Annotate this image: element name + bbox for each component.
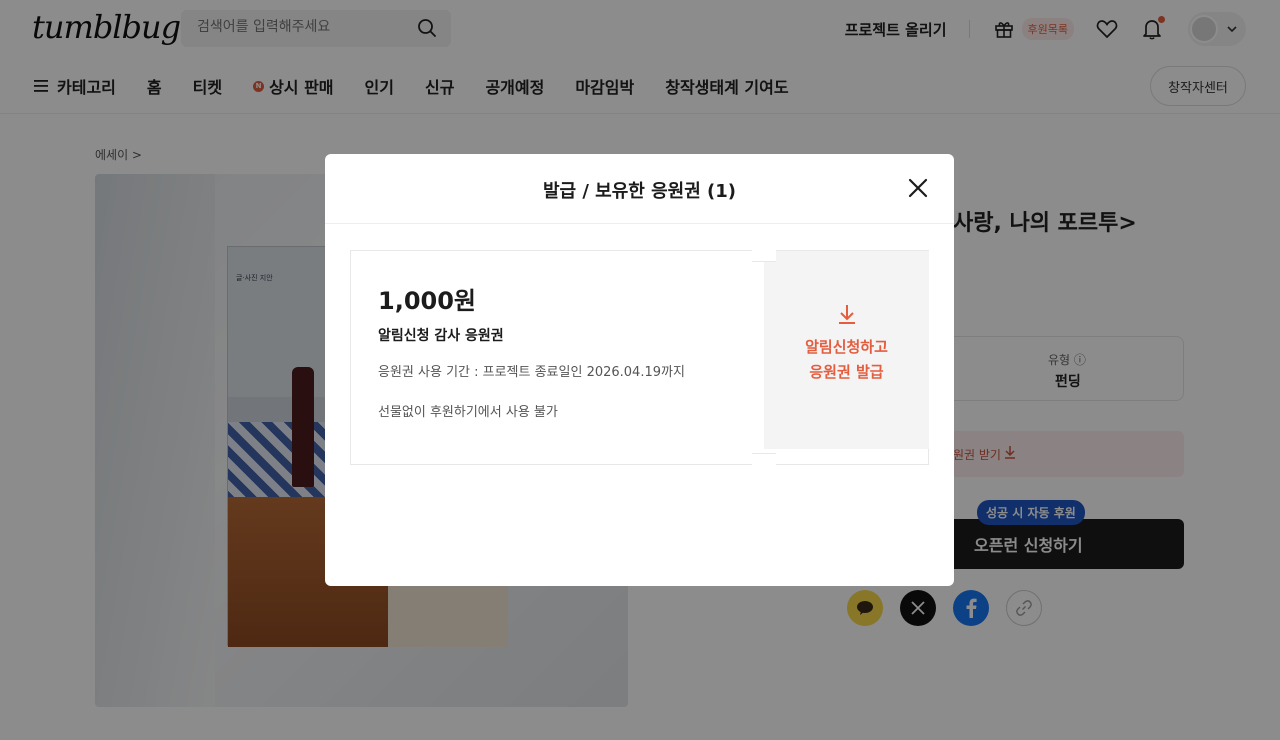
ticket-notch-top <box>752 250 776 262</box>
coupon-name: 알림신청 감사 응원권 <box>378 328 504 344</box>
coupon-note: 선물없이 후원하기에서 사용 불가 <box>378 405 558 420</box>
modal-header: 발급 / 보유한 응원권 (1) <box>325 154 954 224</box>
coupon-ticket: 1,000원 알림신청 감사 응원권 응원권 사용 기간 : 프로젝트 종료일인… <box>350 250 929 465</box>
ticket-notch-bottom <box>752 453 776 465</box>
coupon-modal: 발급 / 보유한 응원권 (1) 1,000원 알림신청 감사 응원권 응원권 … <box>325 154 954 586</box>
coupon-period: 응원권 사용 기간 : 프로젝트 종료일인 2026.04.19까지 <box>378 365 685 380</box>
modal-title: 발급 / 보유한 응원권 (1) <box>542 181 737 202</box>
issue-coupon-label: 알림신청하고 응원권 발급 <box>764 335 929 385</box>
coupon-details: 1,000원 알림신청 감사 응원권 응원권 사용 기간 : 프로젝트 종료일인… <box>351 251 764 464</box>
issue-coupon-line1: 알림신청하고 <box>805 338 888 356</box>
issue-coupon-button[interactable]: 알림신청하고 응원권 발급 <box>764 251 929 449</box>
download-icon <box>839 305 855 324</box>
issue-coupon-line2: 응원권 발급 <box>809 363 884 381</box>
close-icon[interactable] <box>908 178 928 198</box>
coupon-amount: 1,000원 <box>378 287 476 315</box>
